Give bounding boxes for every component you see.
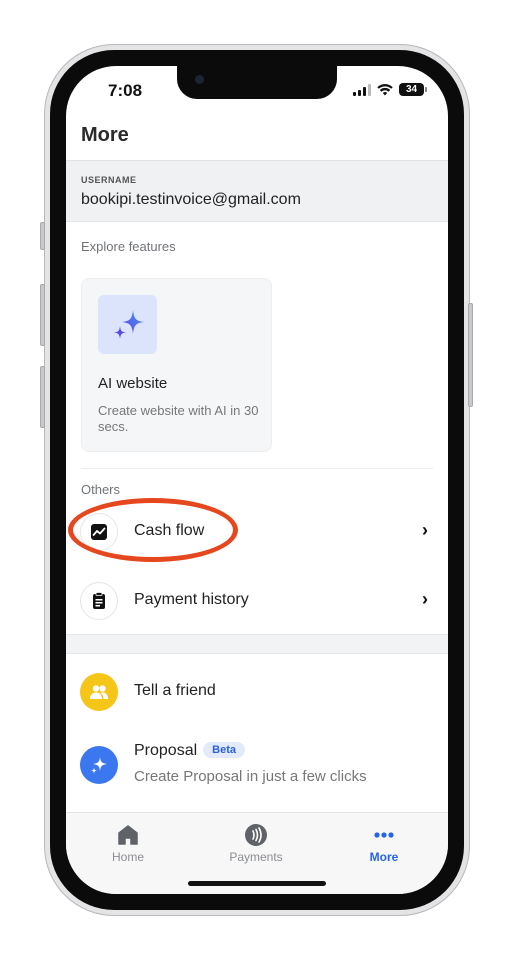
feature-description: Create website with AI in 30 secs. [98, 403, 259, 434]
home-icon [78, 823, 178, 847]
payments-icon [206, 823, 306, 847]
tab-bar: Home Payments More [66, 812, 448, 894]
tab-home[interactable]: Home [78, 823, 178, 864]
feature-title: AI website [98, 375, 168, 392]
clipboard-icon [80, 582, 118, 620]
cellular-signal-icon [353, 83, 371, 96]
tab-more[interactable]: More [334, 823, 434, 864]
proposal-title: Proposal Beta [134, 742, 245, 760]
username-section: USERNAME bookipi.testinvoice@gmail.com [66, 160, 448, 222]
beta-badge: Beta [203, 742, 245, 758]
power-button [468, 303, 473, 407]
tell-a-friend-label: Tell a friend [134, 682, 216, 699]
tab-payments-label: Payments [229, 850, 283, 864]
chevron-right-icon: › [422, 520, 428, 540]
home-indicator [188, 881, 326, 886]
volume-up-button [40, 284, 45, 346]
people-icon [80, 673, 118, 711]
proposal-label: Proposal [134, 742, 198, 759]
explore-features-label: Explore features [81, 239, 176, 254]
highlight-annotation [68, 498, 238, 562]
chevron-right-icon: › [422, 589, 428, 609]
more-icon [334, 823, 434, 847]
volume-down-button [40, 366, 45, 428]
tab-home-label: Home [111, 850, 144, 864]
section-separator [66, 634, 448, 654]
proposal-subtitle: Create Proposal in just a few clicks [134, 768, 367, 785]
status-icons: 34 [353, 83, 427, 96]
tell-a-friend-row[interactable]: Tell a friend [66, 663, 448, 721]
tab-payments[interactable]: Payments [206, 823, 306, 864]
username-value: bookipi.testinvoice@gmail.com [81, 191, 301, 208]
page-title: More [81, 124, 129, 146]
mute-switch [40, 222, 45, 250]
wifi-icon [377, 83, 393, 95]
username-label: USERNAME [81, 175, 137, 185]
payment-history-label: Payment history [134, 591, 249, 608]
battery-icon: 34 [399, 83, 427, 96]
others-label: Others [81, 482, 121, 497]
proposal-row[interactable]: Proposal Beta Create Proposal in just a f… [66, 734, 448, 798]
status-time: 7:08 [108, 81, 143, 100]
camera-icon [195, 75, 204, 84]
screen: 7:08 34 More USERNAME bookipi.testinvoic… [66, 66, 448, 894]
sparkle-icon [80, 746, 118, 784]
notch [177, 66, 337, 99]
divider [81, 468, 433, 469]
sparkle-icon [98, 295, 157, 354]
ai-website-card[interactable]: AI website Create website with AI in 30 … [81, 278, 272, 452]
payment-history-row[interactable]: Payment history › [66, 572, 448, 630]
tab-more-label: More [369, 850, 399, 864]
